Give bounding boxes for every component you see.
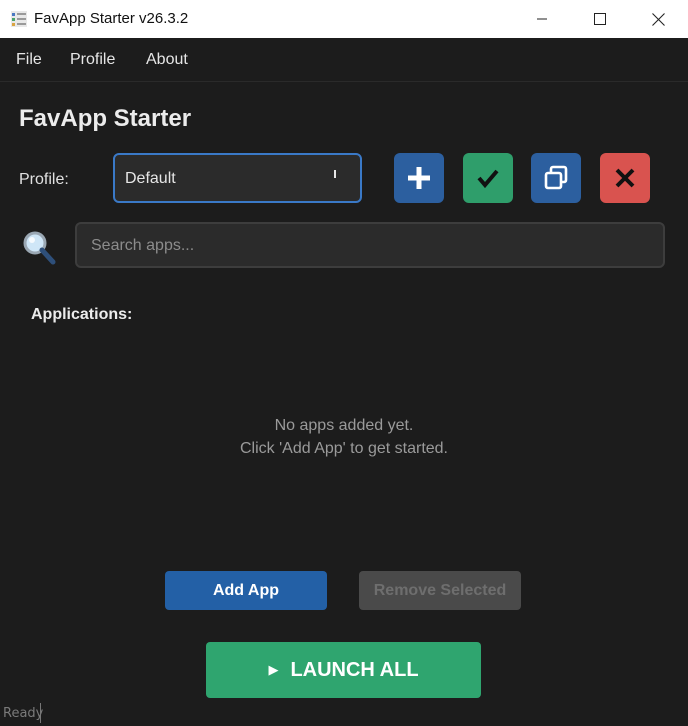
menu-profile[interactable]: Profile [70, 51, 115, 69]
add-profile-button[interactable] [394, 153, 444, 203]
delete-profile-button[interactable] [600, 153, 650, 203]
dropdown-caret-icon [334, 170, 336, 178]
menu-file[interactable]: File [16, 51, 42, 69]
close-button[interactable] [629, 0, 687, 38]
empty-state-message: No apps added yet. Click 'Add App' to ge… [144, 414, 544, 460]
empty-state-line-1: No apps added yet. [274, 417, 414, 434]
play-triangle-icon: ▶ [268, 662, 279, 677]
menu-bar: File Profile About [0, 38, 688, 82]
check-icon [477, 169, 499, 189]
copy-icon [544, 165, 568, 190]
launch-all-button[interactable]: ▶ LAUNCH ALL [206, 642, 481, 698]
profile-select-value: Default [125, 170, 176, 187]
minimize-icon [537, 18, 547, 20]
minimize-button[interactable] [513, 0, 571, 38]
close-icon [651, 12, 665, 26]
launch-all-label: LAUNCH ALL [290, 658, 419, 681]
page-title: FavApp Starter [19, 105, 192, 132]
status-separator [40, 703, 41, 723]
plus-icon [408, 167, 430, 189]
window-title: FavApp Starter v26.3.2 [34, 10, 189, 27]
status-bar: Ready [0, 700, 688, 726]
search-input[interactable] [89, 224, 653, 268]
save-profile-button[interactable] [463, 153, 513, 203]
profile-label: Profile: [19, 171, 69, 188]
menu-about[interactable]: About [146, 51, 188, 69]
duplicate-profile-button[interactable] [531, 153, 581, 203]
empty-state-line-2: Click 'Add App' to get started. [240, 440, 448, 457]
remove-selected-button[interactable]: Remove Selected [359, 571, 521, 610]
search-box [75, 222, 665, 268]
profile-select[interactable]: Default [113, 153, 362, 203]
x-icon [615, 168, 635, 188]
status-text: Ready [3, 706, 44, 721]
add-app-button[interactable]: Add App [165, 571, 327, 610]
maximize-icon [594, 13, 606, 25]
applications-label: Applications: [31, 306, 133, 323]
title-bar: FavApp Starter v26.3.2 [0, 0, 688, 38]
search-icon [23, 231, 56, 265]
app-icon [11, 11, 27, 27]
maximize-button[interactable] [571, 0, 629, 38]
